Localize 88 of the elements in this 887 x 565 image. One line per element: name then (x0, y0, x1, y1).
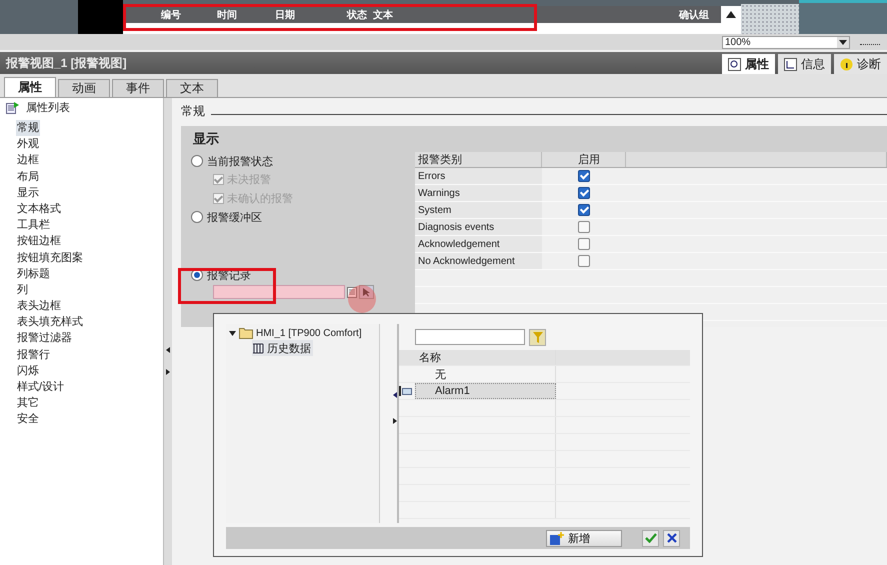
radio-button[interactable] (191, 211, 203, 223)
panel-title: 报警视图_1 [报警视图] (6, 54, 127, 72)
tab[interactable]: 事件 (112, 79, 164, 97)
row-pointer-icon (399, 386, 412, 396)
sidebar-item[interactable]: 报警行 (16, 346, 51, 363)
dropdown-arrow-icon (837, 36, 849, 48)
log-field[interactable] (213, 285, 345, 299)
sidebar-item[interactable]: 文本格式 (16, 200, 62, 218)
option-label: 报警缓冲区 (207, 210, 262, 224)
table-cell: System (415, 202, 542, 218)
close-icon (666, 533, 676, 543)
checkbox[interactable] (578, 221, 590, 233)
column-header: 报警类别 (415, 152, 542, 167)
sidebar-item[interactable]: 显示 (16, 184, 40, 201)
sidebar-item[interactable]: 表头填充样式 (16, 314, 84, 330)
column-header: 名称 (415, 350, 556, 365)
sidebar-item[interactable]: 报警过滤器 (16, 330, 73, 347)
sidebar-item[interactable]: 列 (16, 282, 29, 298)
scroll-bar[interactable] (721, 6, 741, 34)
column-header: 文本 (373, 8, 393, 22)
group-title: 显示 (192, 130, 220, 148)
cursor-icon (362, 287, 372, 297)
chart-icon (784, 58, 797, 70)
list-item[interactable]: 无 (415, 366, 556, 382)
column-header: 日期 (275, 8, 296, 22)
search-field[interactable] (415, 329, 525, 345)
table-cell: Diagnosis events (415, 219, 542, 235)
radio-button[interactable] (191, 155, 203, 167)
table-cell: Acknowledgement (415, 236, 542, 252)
sidebar-item[interactable]: 常规 (16, 120, 40, 136)
sidebar-item[interactable]: 外观 (16, 136, 40, 152)
sidebar-item[interactable]: 列标题 (16, 266, 51, 282)
table-cell: No Acknowledgement (415, 253, 542, 269)
window-icon (728, 58, 741, 70)
table-cell: Errors (415, 168, 542, 184)
sidebar-item[interactable]: 其它 (16, 395, 40, 412)
column-header: 编号 (161, 8, 182, 22)
check-icon (644, 533, 656, 543)
tab[interactable]: 文本 (166, 79, 218, 97)
panel-tab[interactable]: 属性 (722, 54, 775, 74)
section-title: 常规 (181, 102, 205, 120)
checkbox[interactable] (578, 170, 590, 182)
column-header: 启用 (542, 152, 626, 167)
tree-item[interactable]: HMI_1 [TP900 Comfort] (256, 328, 362, 338)
column-header: 确认组 (679, 8, 709, 22)
left-arrow-icon (393, 392, 397, 398)
sidebar-item[interactable]: 闪烁 (16, 362, 40, 379)
zoom-value: 100% (724, 36, 751, 48)
right-arrow-icon (393, 418, 397, 424)
new-icon (550, 532, 564, 544)
panel-tab[interactable]: 诊断 (834, 54, 887, 74)
filter-icon (532, 332, 542, 342)
option-label: 当前报警状态 (207, 154, 273, 168)
add-button[interactable]: 新增 (546, 530, 622, 546)
sidebar-item[interactable]: 安全 (16, 411, 40, 428)
list-item[interactable]: Alarm1 (415, 383, 556, 399)
list-icon (347, 286, 357, 298)
browse-button[interactable] (359, 285, 374, 299)
sidebar-item[interactable]: 样式/设计 (16, 379, 66, 396)
list-icon (6, 100, 20, 114)
info-icon (840, 58, 853, 70)
sidebar-item[interactable]: 表头边框 (16, 298, 62, 314)
close-button[interactable] (663, 530, 680, 546)
cursor-highlight (348, 285, 376, 313)
table-cell: Warnings (415, 185, 542, 201)
column-header: 时间 (217, 8, 238, 22)
tab[interactable]: 动画 (58, 79, 110, 97)
filter-button[interactable] (529, 328, 546, 346)
left-arrow-icon (166, 347, 170, 353)
sidebar-item[interactable]: 按钮边框 (16, 233, 62, 250)
zoom-dropdown[interactable]: 100% (722, 36, 850, 48)
sidebar-item[interactable]: 工具栏 (16, 217, 51, 234)
tab[interactable]: 属性 (4, 77, 56, 97)
checkbox[interactable] (578, 187, 590, 199)
archive-icon (252, 342, 264, 354)
column-header: 状态 (347, 8, 368, 22)
up-arrow-icon (726, 11, 736, 18)
sidebar-item[interactable]: 边框 (16, 152, 40, 169)
panel-tab[interactable]: 信息 (778, 54, 831, 74)
confirm-button[interactable] (642, 530, 659, 546)
sidebar-item[interactable]: 布局 (16, 168, 40, 185)
checkbox[interactable] (578, 204, 590, 216)
right-arrow-icon (166, 369, 170, 375)
checkbox[interactable] (578, 255, 590, 267)
sidebar-item[interactable]: 按钮填充图案 (16, 250, 84, 266)
checkbox[interactable] (578, 238, 590, 250)
list-header: 属性列表 (26, 100, 70, 114)
tree-item[interactable]: 历史数据 (252, 340, 313, 356)
